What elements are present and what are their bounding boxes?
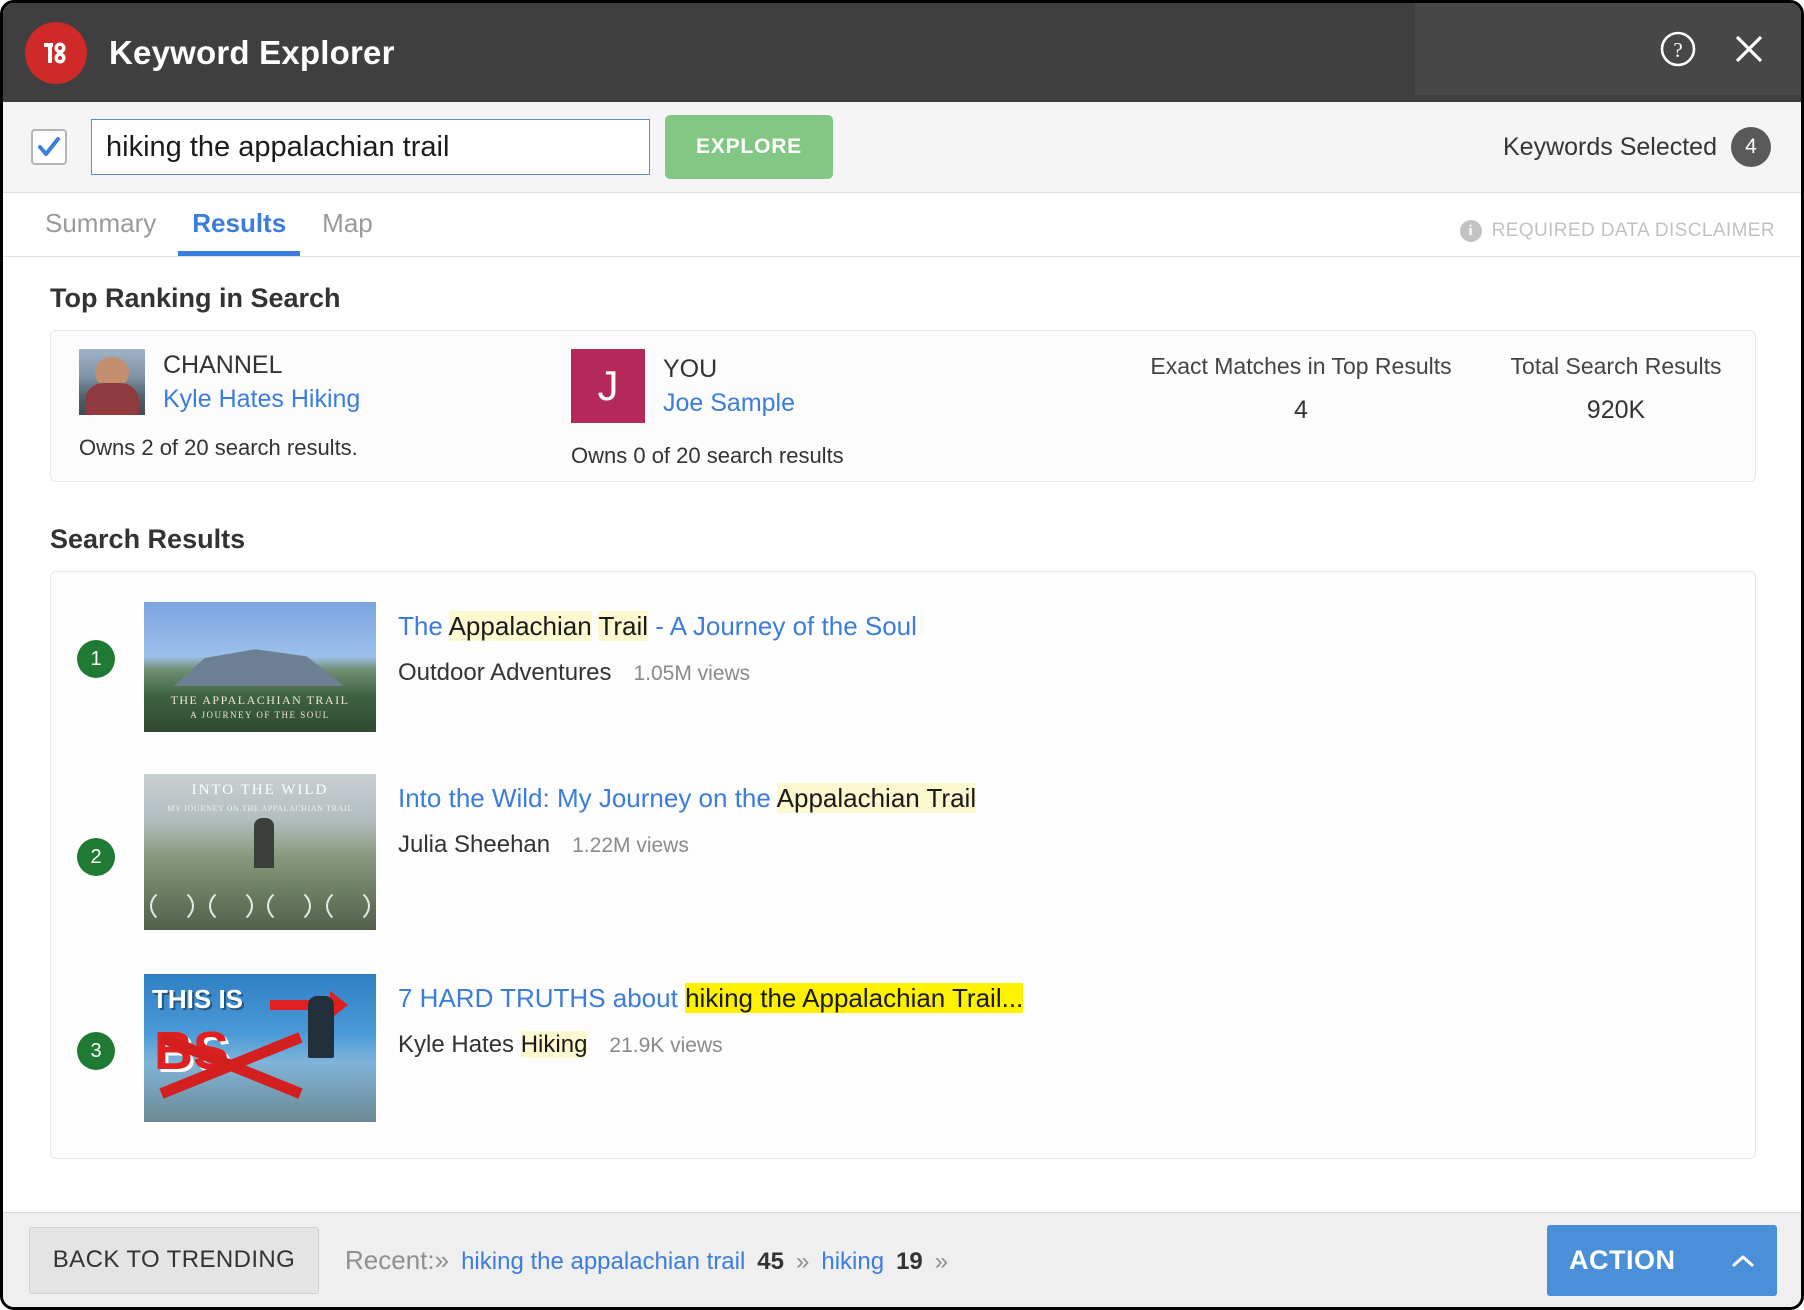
keywords-selected-count: 4 bbox=[1731, 127, 1771, 167]
result-title[interactable]: The Appalachian Trail - A Journey of the… bbox=[398, 610, 917, 643]
result-views: 1.22M views bbox=[572, 834, 689, 858]
result-views: 21.9K views bbox=[609, 1034, 722, 1058]
recent-breadcrumb: Recent:» hiking the appalachian trail 45… bbox=[345, 1245, 948, 1276]
result-channel: Kyle Hates Hiking bbox=[398, 1031, 587, 1059]
search-results-heading: Search Results bbox=[50, 524, 1756, 555]
video-thumbnail[interactable]: THIS IS BS bbox=[144, 974, 376, 1122]
search-result-row[interactable]: 1 THE APPALACHIAN TRAIL A JOURNEY OF THE… bbox=[51, 594, 1755, 750]
title-part-highlight: Appalachian Trail bbox=[777, 783, 976, 813]
channel-role-label: CHANNEL bbox=[163, 350, 360, 381]
checkmark-icon bbox=[36, 134, 62, 160]
back-to-trending-button[interactable]: BACK TO TRENDING bbox=[29, 1227, 319, 1294]
window-title: Keyword Explorer bbox=[109, 34, 395, 72]
keyword-checkbox[interactable] bbox=[31, 129, 67, 165]
recent-label: Recent:» bbox=[345, 1245, 449, 1276]
title-part: 7 HARD TRUTHS about bbox=[398, 983, 685, 1013]
video-thumbnail[interactable]: THE APPALACHIAN TRAIL A JOURNEY OF THE S… bbox=[144, 602, 376, 732]
title-part-highlight: Trail bbox=[598, 611, 648, 641]
result-views: 1.05M views bbox=[633, 662, 750, 686]
title-part-highlight: Appalachian bbox=[449, 611, 592, 641]
thumb-caption-line1: THIS IS bbox=[152, 984, 243, 1015]
top-ranking-channel: CHANNEL Kyle Hates Hiking Owns 2 of 20 s… bbox=[51, 349, 571, 461]
close-icon[interactable] bbox=[1729, 29, 1769, 69]
user-name-link[interactable]: Joe Sample bbox=[663, 389, 795, 418]
stat-total-results: Total Search Results 920K bbox=[1471, 353, 1761, 425]
video-thumbnail[interactable]: INTO THE WILD MY JOURNEY ON THE APPALACH… bbox=[144, 774, 376, 930]
title-bar-actions: ? bbox=[1415, 3, 1801, 95]
channel-avatar-photo bbox=[79, 349, 145, 415]
search-results-list: 1 THE APPALACHIAN TRAIL A JOURNEY OF THE… bbox=[50, 571, 1756, 1159]
recent-separator: » bbox=[796, 1248, 809, 1276]
recent-keyword-count: 45 bbox=[757, 1248, 784, 1276]
top-ranking-panel: CHANNEL Kyle Hates Hiking Owns 2 of 20 s… bbox=[50, 330, 1756, 482]
footer-bar: BACK TO TRENDING Recent:» hiking the app… bbox=[3, 1212, 1801, 1307]
top-ranking-heading: Top Ranking in Search bbox=[50, 283, 1756, 314]
disclaimer-label: REQUIRED DATA DISCLAIMER bbox=[1492, 220, 1775, 242]
results-content: Top Ranking in Search CHANNEL Kyle Hates… bbox=[3, 257, 1801, 1212]
top-ranking-you: J YOU Joe Sample Owns 0 of 20 search res… bbox=[571, 349, 1011, 469]
result-channel: Outdoor Adventures bbox=[398, 659, 611, 687]
tab-results[interactable]: Results bbox=[178, 208, 300, 256]
recent-keyword-link[interactable]: hiking the appalachian trail bbox=[461, 1248, 745, 1276]
recent-keyword-link[interactable]: hiking bbox=[821, 1248, 884, 1276]
tab-map[interactable]: Map bbox=[308, 208, 387, 256]
title-part-ellipsis: ... bbox=[1002, 983, 1024, 1013]
keywords-selected: Keywords Selected 4 bbox=[1503, 127, 1771, 167]
thumb-caption-line2: MY JOURNEY ON THE APPALACHIAN TRAIL bbox=[144, 804, 376, 813]
result-title[interactable]: Into the Wild: My Journey on the Appalac… bbox=[398, 782, 976, 815]
explore-button[interactable]: EXPLORE bbox=[665, 115, 833, 179]
thumb-caption-line1: THE APPALACHIAN TRAIL bbox=[144, 691, 376, 709]
chevron-up-icon bbox=[1731, 1245, 1755, 1276]
tab-bar: Summary Results Map i REQUIRED DATA DISC… bbox=[3, 193, 1801, 257]
thumb-caption-line2: A JOURNEY OF THE SOUL bbox=[144, 709, 376, 723]
svg-text:?: ? bbox=[1673, 38, 1682, 62]
rank-badge: 2 bbox=[77, 838, 115, 876]
channel-name-link[interactable]: Kyle Hates Hiking bbox=[163, 385, 360, 414]
stat-total-results-label: Total Search Results bbox=[1471, 353, 1761, 380]
required-data-disclaimer[interactable]: i REQUIRED DATA DISCLAIMER bbox=[1460, 220, 1775, 242]
user-avatar: J bbox=[571, 349, 645, 423]
result-title[interactable]: 7 HARD TRUTHS about hiking the Appalachi… bbox=[398, 982, 1023, 1015]
search-bar: EXPLORE Keywords Selected 4 bbox=[3, 102, 1801, 193]
recent-keyword-count: 19 bbox=[896, 1248, 923, 1276]
title-part: The bbox=[398, 611, 449, 641]
channel-part-highlight: Hiking bbox=[521, 1031, 588, 1058]
rank-badge: 1 bbox=[77, 640, 115, 678]
laurel-icons bbox=[150, 888, 370, 924]
thumb-caption-line1: INTO THE WILD bbox=[144, 782, 376, 799]
search-result-row[interactable]: 2 INTO THE WILD MY JOURNEY ON THE APPALA… bbox=[51, 750, 1755, 948]
tubebuddy-logo-icon bbox=[25, 22, 87, 84]
title-part: - A Journey of the Soul bbox=[648, 611, 917, 641]
recent-separator: » bbox=[935, 1248, 948, 1276]
tab-summary[interactable]: Summary bbox=[31, 208, 170, 256]
help-circle-icon[interactable]: ? bbox=[1657, 28, 1699, 70]
action-button-label: ACTION bbox=[1569, 1245, 1676, 1276]
result-channel: Julia Sheehan bbox=[398, 831, 550, 859]
info-icon: i bbox=[1460, 220, 1482, 242]
user-ownership: Owns 0 of 20 search results bbox=[571, 443, 1011, 469]
stat-exact-matches-value: 4 bbox=[1131, 396, 1471, 425]
title-part: Into the Wild: My Journey on the bbox=[398, 783, 777, 813]
title-part-highlight: hiking the Appalachian Trail bbox=[685, 983, 1002, 1013]
keywords-selected-label: Keywords Selected bbox=[1503, 133, 1717, 162]
rank-badge: 3 bbox=[77, 1032, 115, 1070]
channel-part: Kyle Hates bbox=[398, 1031, 521, 1058]
action-button[interactable]: ACTION bbox=[1547, 1225, 1777, 1296]
stat-exact-matches-label: Exact Matches in Top Results bbox=[1131, 353, 1471, 380]
channel-ownership: Owns 2 of 20 search results. bbox=[79, 435, 571, 461]
title-bar: Keyword Explorer ? bbox=[3, 3, 1801, 102]
keyword-explorer-window: Keyword Explorer ? EXPLORE bbox=[0, 0, 1804, 1310]
stat-total-results-value: 920K bbox=[1471, 396, 1761, 425]
search-result-row[interactable]: 3 THIS IS BS 7 HARD TRUTHS about hiking … bbox=[51, 948, 1755, 1140]
stat-exact-matches: Exact Matches in Top Results 4 bbox=[1131, 353, 1471, 425]
keyword-search-input[interactable] bbox=[91, 119, 650, 175]
user-role-label: YOU bbox=[663, 354, 795, 385]
